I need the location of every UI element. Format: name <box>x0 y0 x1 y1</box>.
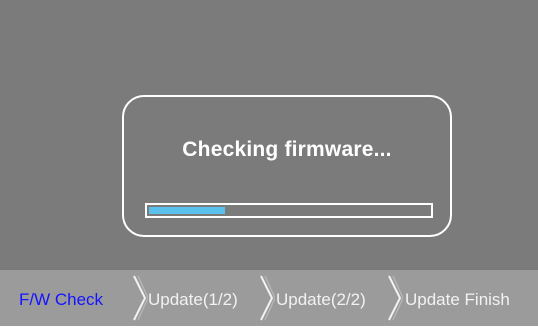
step-fw-check: F/W Check <box>19 290 104 309</box>
chevron-right-icon <box>133 275 148 321</box>
chevron-right-icon <box>260 275 275 321</box>
firmware-update-screen: Checking firmware... F/W Check Update(1/… <box>0 0 538 326</box>
step-update-1: Update(1/2) <box>148 290 238 309</box>
chevron-right-icon <box>388 275 403 321</box>
step-update-finish: Update Finish <box>405 290 510 309</box>
progress-bar <box>145 203 433 218</box>
firmware-check-dialog: Checking firmware... <box>122 95 452 237</box>
progress-fill <box>149 207 225 214</box>
step-update-2: Update(2/2) <box>276 290 366 309</box>
status-message: Checking firmware... <box>182 138 392 161</box>
update-steps-bar: F/W Check Update(1/2) Update(2/2) Update… <box>0 270 538 326</box>
